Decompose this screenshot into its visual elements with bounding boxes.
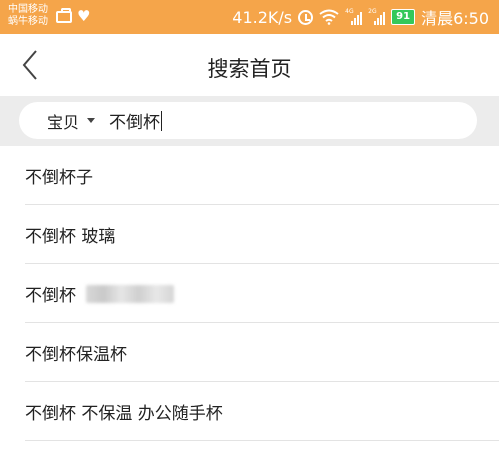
signal-icon-1: 4G [345, 9, 363, 25]
search-box[interactable]: 宝贝 不倒杯 [19, 102, 477, 139]
signal-icon-2: 2G [368, 9, 386, 25]
header: 搜索首页 [0, 34, 499, 96]
suggestion-text: 不倒杯子 [25, 168, 93, 188]
status-bar: 中国移动 蜗牛移动 ♥ 41.2K/s 4G 2G 91 清晨6:50 [0, 0, 499, 34]
suggestion-item[interactable]: 不倒杯 玻璃 [0, 205, 499, 264]
search-input[interactable]: 不倒杯 [109, 108, 163, 133]
suggestion-item[interactable]: 不倒杯保温杯 [0, 323, 499, 382]
heart-icon: ♥ [77, 7, 91, 25]
suggestion-text: 不倒杯 不保温 办公随手杯 [25, 404, 223, 424]
alarm-icon [298, 9, 314, 25]
search-scope-select[interactable]: 宝贝 [47, 109, 96, 133]
battery-icon: 91 [391, 9, 416, 25]
search-scope-label: 宝贝 [47, 112, 80, 132]
suggestion-list: 不倒杯子 不倒杯 玻璃 不倒杯 不倒杯保温杯 不倒杯 不保温 办公随手杯 [0, 146, 499, 441]
suggestion-text: 不倒杯 [25, 286, 76, 306]
blurred-text [86, 284, 174, 303]
suggestion-item[interactable]: 不倒杯 [0, 264, 499, 323]
text-cursor [161, 110, 163, 131]
network-speed: 41.2K/s [232, 7, 293, 27]
carrier-info: 中国移动 蜗牛移动 [8, 4, 48, 28]
suggestion-item[interactable]: 不倒杯子 [0, 146, 499, 205]
wifi-icon [319, 9, 339, 25]
carrier-name-1: 中国移动 [8, 4, 48, 15]
suggestion-item[interactable]: 不倒杯 不保温 办公随手杯 [0, 382, 499, 441]
search-area: 宝贝 不倒杯 [0, 96, 499, 146]
search-query: 不倒杯 [109, 113, 161, 133]
suggestion-text: 不倒杯保温杯 [25, 345, 127, 365]
page-title: 搜索首页 [207, 57, 292, 81]
status-time: 清晨6:50 [421, 9, 489, 28]
carrier-name-2: 蜗牛移动 [8, 16, 48, 27]
briefcase-icon [56, 7, 72, 23]
suggestion-text: 不倒杯 玻璃 [25, 227, 116, 247]
caret-down-icon [87, 118, 96, 123]
